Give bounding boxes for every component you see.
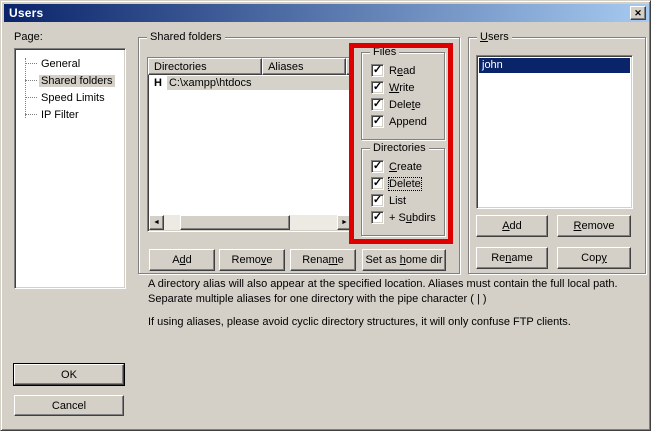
- home-dir-marker: H: [148, 77, 167, 89]
- shared-folders-group-label: Shared folders: [147, 31, 225, 43]
- copy-user-button[interactable]: Copy: [557, 247, 631, 269]
- sidebar-item-general[interactable]: General: [15, 55, 125, 72]
- page-label: Page:: [14, 31, 43, 43]
- directories-list-header: Directories Aliases: [148, 58, 353, 75]
- cancel-button[interactable]: Cancel: [14, 395, 124, 416]
- add-user-button[interactable]: Add: [476, 215, 548, 237]
- horizontal-scrollbar[interactable]: ◄ ►: [149, 215, 352, 230]
- users-dialog: Users ✕ Page: General Shared folders Spe…: [0, 0, 651, 431]
- write-checkbox[interactable]: ✓: [371, 81, 384, 94]
- directory-path: C:\xampp\htdocs: [167, 76, 353, 90]
- read-checkbox[interactable]: ✓: [371, 64, 384, 77]
- shared-folders-group: Shared folders Directories Aliases H C:\…: [138, 37, 460, 274]
- remove-user-button[interactable]: Remove: [557, 215, 631, 237]
- sidebar-item-ip-filter[interactable]: IP Filter: [15, 106, 125, 123]
- delete-file-permission-row: ✓ Delete: [371, 96, 444, 113]
- rename-directory-button[interactable]: Rename: [290, 249, 356, 271]
- column-header-directories[interactable]: Directories: [148, 58, 262, 75]
- files-permissions-group: Files ✓ Read ✓ Write ✓ Delete ✓ Append: [361, 52, 445, 140]
- alias-note-2: If using aliases, please avoid cyclic di…: [148, 315, 634, 330]
- users-list[interactable]: john: [476, 55, 633, 209]
- scroll-right-icon[interactable]: ►: [337, 215, 352, 230]
- set-as-home-dir-button[interactable]: Set as home dir: [362, 249, 446, 271]
- alias-notes: A directory alias will also appear at th…: [148, 277, 634, 330]
- ok-button[interactable]: OK: [14, 364, 124, 385]
- list-checkbox[interactable]: ✓: [371, 194, 384, 207]
- add-directory-button[interactable]: Add: [149, 249, 215, 271]
- titlebar[interactable]: Users ✕: [4, 4, 649, 22]
- files-group-label: Files: [370, 46, 399, 58]
- alias-note-1: A directory alias will also appear at th…: [148, 277, 634, 307]
- create-checkbox[interactable]: ✓: [371, 160, 384, 173]
- delete-dir-checkbox[interactable]: ✓: [371, 177, 384, 190]
- rename-user-button[interactable]: Rename: [476, 247, 548, 269]
- close-icon[interactable]: ✕: [630, 6, 646, 20]
- append-permission-row: ✓ Append: [371, 113, 444, 130]
- users-group: Users john Add Remove Rename Copy: [468, 37, 646, 274]
- column-header-aliases[interactable]: Aliases: [262, 58, 346, 75]
- list-permission-row: ✓ List: [371, 192, 444, 209]
- delete-dir-permission-row: ✓ Delete: [371, 175, 444, 192]
- delete-file-checkbox[interactable]: ✓: [371, 98, 384, 111]
- directory-row[interactable]: H C:\xampp\htdocs: [148, 75, 353, 91]
- users-group-label: Users: [477, 31, 512, 43]
- sidebar-item-speed-limits[interactable]: Speed Limits: [15, 89, 125, 106]
- write-permission-row: ✓ Write: [371, 79, 444, 96]
- subdirs-checkbox[interactable]: ✓: [371, 211, 384, 224]
- page-tree[interactable]: General Shared folders Speed Limits IP F…: [14, 48, 126, 289]
- read-permission-row: ✓ Read: [371, 62, 444, 79]
- scroll-left-icon[interactable]: ◄: [149, 215, 164, 230]
- directories-list[interactable]: Directories Aliases H C:\xampp\htdocs ◄ …: [147, 57, 354, 232]
- window-title: Users: [9, 6, 43, 20]
- subdirs-permission-row: ✓ + Subdirs: [371, 209, 444, 226]
- user-list-item[interactable]: john: [479, 58, 630, 73]
- create-permission-row: ✓ Create: [371, 158, 444, 175]
- scrollbar-thumb[interactable]: [180, 215, 290, 230]
- append-checkbox[interactable]: ✓: [371, 115, 384, 128]
- remove-directory-button[interactable]: Remove: [219, 249, 285, 271]
- directories-group-label: Directories: [370, 142, 429, 154]
- column-header-filler: [346, 58, 353, 75]
- directories-permissions-group: Directories ✓ Create ✓ Delete ✓ List ✓ +…: [361, 148, 445, 236]
- sidebar-item-shared-folders[interactable]: Shared folders: [15, 72, 125, 89]
